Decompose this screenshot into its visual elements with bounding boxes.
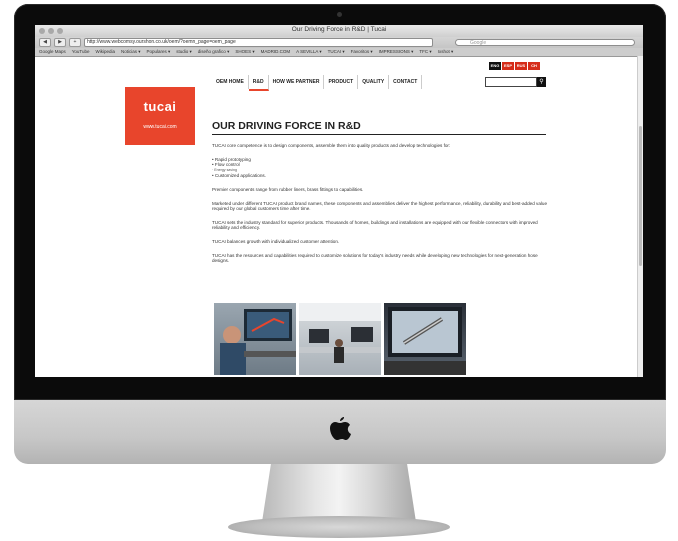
site-logo[interactable]: tucai www.tucai.com xyxy=(125,87,195,145)
bookmark-item[interactable]: Wikipedia xyxy=(95,49,115,54)
language-switcher: ENG ESP RUS CH xyxy=(489,62,540,70)
search-icon[interactable]: ⚲ xyxy=(537,77,546,87)
bookmarks-bar: Google Maps YouTube Wikipedia Noticias ▾ Pop… xyxy=(35,48,643,57)
bookmark-item[interactable]: Favoritos ▾ xyxy=(351,49,373,54)
intro-text: TUCAI core competence is to design compo… xyxy=(212,143,451,148)
logo-url[interactable]: www.tucai.com xyxy=(125,124,195,130)
back-button[interactable]: ◀ xyxy=(39,38,51,47)
bookmark-item[interactable]: YouTube xyxy=(72,49,90,54)
scrollbar-thumb[interactable] xyxy=(639,126,642,266)
screen: Our Driving Force in R&D | Tucai ◀ ▶ + h… xyxy=(35,25,643,377)
camera xyxy=(337,12,342,17)
page-title: OUR DRIVING FORCE IN R&D xyxy=(212,120,361,132)
lang-esp[interactable]: ESP xyxy=(502,62,514,70)
browser-search-input[interactable]: Google xyxy=(455,39,635,46)
window-title: Our Driving Force in R&D | Tucai xyxy=(291,26,387,33)
nav-product[interactable]: PRODUCT xyxy=(324,75,359,89)
bookmark-item[interactable]: studio ▾ xyxy=(176,49,192,54)
nav-oem-home[interactable]: OEM HOME xyxy=(212,75,249,89)
forward-button[interactable]: ▶ xyxy=(54,38,66,47)
bookmark-item[interactable]: A SEVILLA ▾ xyxy=(296,49,322,54)
page-scrollbar[interactable] xyxy=(637,56,643,377)
article-body: TUCAI core competence is to design compo… xyxy=(212,143,552,272)
photo-strip xyxy=(214,303,466,375)
paragraph-5: TUCAI has the resources and capabilities… xyxy=(212,252,538,264)
add-bookmark-button[interactable]: + xyxy=(69,38,81,47)
nav-quality[interactable]: QUALITY xyxy=(358,75,390,89)
bookmark-item[interactable]: SHOES ▾ xyxy=(235,49,254,54)
bullet-item: • Customized applications. xyxy=(212,173,266,179)
nav-contact[interactable]: CONTACT xyxy=(389,75,423,89)
lang-eng[interactable]: ENG xyxy=(489,62,501,70)
photo-office xyxy=(299,303,381,375)
paragraph-1: Premier components range from rubber lin… xyxy=(212,186,364,192)
title-divider xyxy=(212,134,546,135)
bookmark-item[interactable]: Noticias ▾ xyxy=(121,49,141,54)
bookmark-item[interactable]: Google Maps xyxy=(39,49,66,54)
photo-engineer-cad xyxy=(214,303,296,375)
lang-rus[interactable]: RUS xyxy=(515,62,527,70)
bookmark-item[interactable]: TFC ▾ xyxy=(419,49,431,54)
address-bar[interactable]: http://www.webcomsy.ourshon.co.uk/oem/?o… xyxy=(84,38,433,47)
stand-base xyxy=(228,516,450,538)
apple-logo-icon xyxy=(330,417,351,440)
bookmark-item[interactable]: MADRID.COM xyxy=(261,49,291,54)
browser-toolbar: ◀ ▶ + http://www.webcomsy.ourshon.co.uk/… xyxy=(35,37,643,48)
stand-neck xyxy=(262,462,416,522)
paragraph-3: TUCAI sets the industry standard for sup… xyxy=(212,219,538,231)
site-search-input[interactable] xyxy=(485,77,537,87)
logo-wordmark: tucai xyxy=(143,99,177,114)
nav-rd[interactable]: R&D xyxy=(248,75,269,91)
main-nav: OEM HOME R&D HOW WE PARTNER PRODUCT QUAL… xyxy=(212,75,423,91)
photo-screen-model xyxy=(384,303,466,375)
bookmark-item[interactable]: diseño grafico ▾ xyxy=(198,49,230,54)
browser-titlebar: Our Driving Force in R&D | Tucai xyxy=(35,25,643,37)
lang-ch[interactable]: CH xyxy=(528,62,540,70)
nav-how-we-partner[interactable]: HOW WE PARTNER xyxy=(269,75,325,89)
bookmark-item[interactable]: TUCAI ▾ xyxy=(328,49,345,54)
paragraph-4: TUCAI balances growth with individualize… xyxy=(212,238,340,244)
bookmark-item[interactable]: Populares ▾ xyxy=(146,49,170,54)
bookmark-item[interactable]: Ixshot ▾ xyxy=(438,49,454,54)
bookmark-item[interactable]: IMPRESSIONS ▾ xyxy=(379,49,414,54)
paragraph-2: Marketed under different TUCAI product b… xyxy=(212,200,548,212)
